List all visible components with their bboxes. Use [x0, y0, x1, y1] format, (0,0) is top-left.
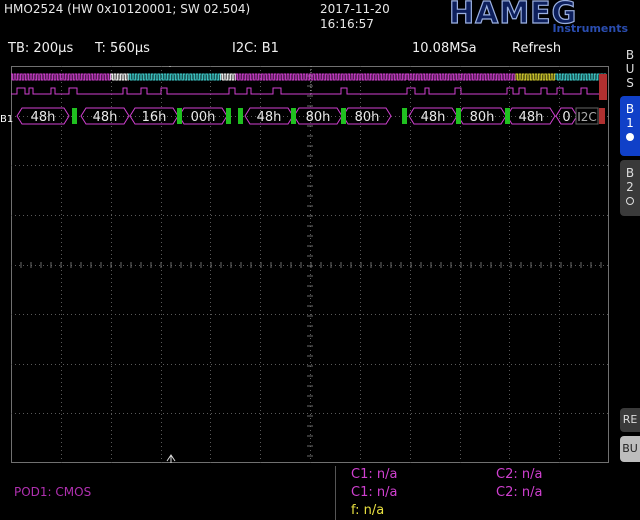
sample-rate-readout: 10.08MSa — [412, 41, 477, 56]
decoded-byte-label: 48h — [421, 110, 446, 125]
scl-trace — [406, 73, 517, 81]
scl-trace — [110, 73, 130, 81]
trigger-time-readout[interactable]: T: 560µs — [95, 41, 150, 56]
frame-end-marker — [599, 108, 605, 124]
b2-letter: 2 — [626, 180, 634, 194]
logo-sub-text: Instruments — [552, 22, 628, 35]
b2-radio-icon — [626, 197, 634, 205]
bus-marker-b1: B1 — [0, 114, 14, 125]
sda-trace — [11, 87, 607, 95]
decoded-byte-label: 80h — [306, 110, 331, 125]
trigger-level-arrow — [166, 454, 176, 463]
measurement-divider — [335, 466, 336, 520]
time-readout: 16:16:57 — [320, 17, 374, 31]
waveform-display[interactable]: 48h 48h 16h 00h 48h 80h 80h 48h 80h 48h 0 I2C — [11, 66, 609, 463]
bus-b1-button[interactable]: B 1 — [620, 96, 640, 156]
ack-marker — [177, 108, 182, 124]
decoded-byte-label: 80h — [470, 110, 495, 125]
bus-letter: B — [625, 48, 635, 62]
ack-marker — [226, 108, 231, 124]
scl-trace — [11, 73, 112, 81]
scl-trace — [128, 73, 221, 81]
measurement-c1-a[interactable]: C1: n/a — [351, 467, 397, 482]
decoded-byte-label: 48h — [31, 110, 56, 125]
scl-trace — [220, 73, 236, 81]
ack-marker — [456, 108, 461, 124]
decoded-byte-label: 48h — [93, 110, 118, 125]
decoded-byte-label: 80h — [355, 110, 380, 125]
b2-letter: B — [625, 166, 635, 180]
decoded-byte-label: 0 — [562, 110, 570, 125]
measurement-frequency[interactable]: f: n/a — [351, 503, 384, 518]
date-readout: 2017-11-20 — [320, 2, 390, 16]
trace-end-marker — [599, 74, 607, 100]
decoded-byte-label: 16h — [142, 110, 167, 125]
b1-selected-dot-icon — [626, 133, 634, 141]
bus-letter: U — [625, 62, 635, 76]
trigger-pos-marker — [169, 66, 171, 67]
b1-letter: B — [625, 102, 635, 116]
b1-letter: 1 — [626, 116, 634, 130]
bus-b2-button[interactable]: B 2 — [620, 160, 640, 216]
overflow-label: I2C — [577, 110, 597, 124]
bus-source-readout[interactable]: I2C: B1 — [232, 41, 279, 56]
device-info: HMO2524 (HW 0x10120001; SW 02.504) — [4, 2, 251, 16]
scl-trace — [235, 73, 408, 81]
ack-marker — [402, 108, 407, 124]
acquisition-mode[interactable]: Refresh — [512, 41, 561, 56]
ack-marker — [505, 108, 510, 124]
timebase-readout[interactable]: TB: 200µs — [8, 41, 73, 56]
measurement-c2-a[interactable]: C2: n/a — [496, 467, 542, 482]
pod-logic-level[interactable]: POD1: CMOS — [14, 485, 91, 499]
decoded-byte-label: 00h — [191, 110, 216, 125]
measurement-c2-b[interactable]: C2: n/a — [496, 485, 542, 500]
scl-trace — [515, 73, 557, 81]
bus-letter: S — [626, 76, 634, 90]
bu-button[interactable]: BU — [620, 436, 640, 462]
ack-marker — [341, 108, 346, 124]
ack-marker — [291, 108, 296, 124]
decoded-byte-label: 48h — [257, 110, 282, 125]
right-softkey-bar: B U S B 1 B 2 RE BU — [620, 40, 640, 520]
re-button[interactable]: RE — [620, 408, 640, 432]
brand-logo: HAMEG Instruments — [448, 0, 634, 38]
ack-marker — [72, 108, 77, 124]
decoded-byte-label: 48h — [519, 110, 544, 125]
measurement-c1-b[interactable]: C1: n/a — [351, 485, 397, 500]
ack-marker — [238, 108, 243, 124]
